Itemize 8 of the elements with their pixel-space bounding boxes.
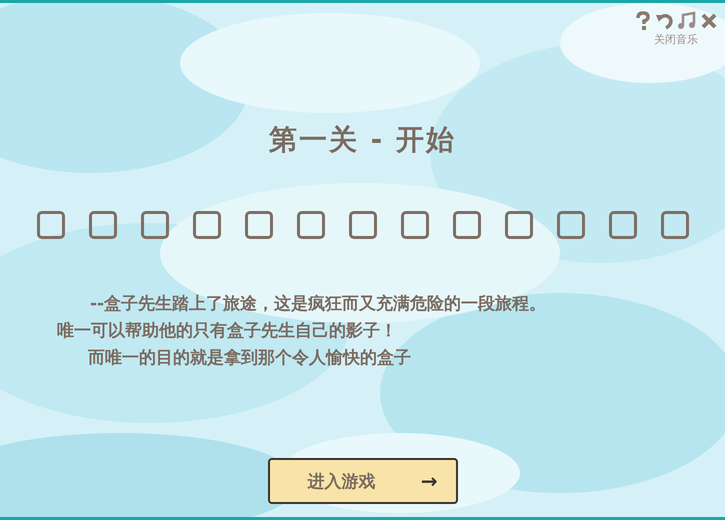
start-game-button[interactable]: 进入游戏 → [268, 458, 458, 504]
story-text: 唯一可以帮助他的只有盒子先生自己的影子！ [57, 320, 397, 343]
story-text: 而唯一的目的就是拿到那个令人愉快的盒子 [88, 347, 411, 370]
level-title: 第一关 - 开始 [268, 122, 456, 158]
undo-icon[interactable] [655, 11, 675, 31]
story-text: --盒子先生踏上了旅途，这是疯狂而又充满危险的一段旅程。 [90, 293, 546, 316]
music-icon[interactable] [677, 11, 697, 31]
close-icon[interactable] [699, 11, 719, 31]
